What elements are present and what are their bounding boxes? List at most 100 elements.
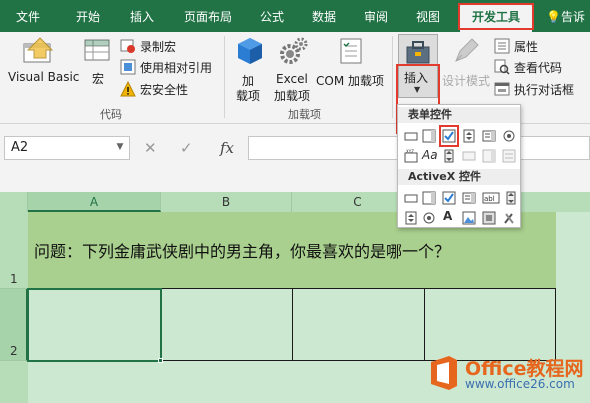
row-header-2[interactable]: 2 xyxy=(0,289,28,361)
insert-controls-label: 插入 xyxy=(404,71,429,85)
addins-button[interactable]: 加 载项 xyxy=(232,34,268,104)
option-button-control-icon[interactable] xyxy=(502,129,516,143)
code-group-label: 代码 xyxy=(100,108,122,121)
tell-me-search[interactable]: 💡告诉 xyxy=(546,6,590,28)
text-field-control-icon[interactable] xyxy=(462,149,476,163)
run-dialog-button[interactable]: 执行对话框 xyxy=(494,80,586,98)
excel-addins-label-line2: 加载项 xyxy=(274,89,311,103)
tab-review[interactable]: 审阅 xyxy=(356,6,396,28)
visual-basic-button[interactable]: Visual Basic xyxy=(2,34,80,94)
select-all-corner[interactable] xyxy=(0,192,28,212)
tab-page-layout[interactable]: 页面布局 xyxy=(176,6,240,28)
cancel-icon[interactable]: ✕ xyxy=(144,136,157,160)
group-box-control-icon[interactable]: XYZ xyxy=(404,149,418,163)
com-addins-button[interactable]: COM 加载项 xyxy=(314,34,388,94)
design-mode-icon xyxy=(455,38,479,62)
watermark-url: www.office26.com xyxy=(465,377,575,391)
tab-file[interactable]: 文件 xyxy=(6,6,50,28)
form-controls-heading: 表单控件 xyxy=(398,107,520,123)
com-addins-icon xyxy=(340,38,362,64)
active-cell-a2[interactable] xyxy=(27,288,162,362)
macro-security-label: 宏安全性 xyxy=(140,83,189,97)
formula-buttons: ✕ ✓ fx xyxy=(140,136,260,160)
run-dialog-icon xyxy=(494,82,510,96)
combo-dropdown-edit-control-icon[interactable] xyxy=(502,149,516,163)
activex-controls-heading: ActiveX 控件 xyxy=(398,169,520,185)
properties-button[interactable]: 属性 xyxy=(494,37,564,55)
com-addins-label: COM 加载项 xyxy=(316,74,384,88)
warning-icon xyxy=(120,81,136,97)
macro-security-button[interactable]: 宏安全性 xyxy=(120,80,200,98)
watermark-logo: Office教程网 www.office26.com xyxy=(425,350,587,400)
properties-icon xyxy=(494,38,510,54)
activex-scroll-bar-icon[interactable] xyxy=(504,191,518,205)
row-header-1[interactable]: 1 xyxy=(0,212,28,289)
macros-icon xyxy=(84,39,110,61)
activex-combo-box-icon[interactable] xyxy=(422,191,436,205)
row-header-3[interactable] xyxy=(0,361,28,403)
column-header-a[interactable]: A xyxy=(28,192,161,212)
activex-option-button-icon[interactable] xyxy=(422,211,436,225)
visual-basic-label: Visual Basic xyxy=(8,70,80,84)
excel-addins-label-line1: Excel xyxy=(276,72,308,86)
tab-home[interactable]: 开始 xyxy=(66,6,110,28)
properties-label: 属性 xyxy=(514,40,539,54)
row-number-2: 2 xyxy=(10,344,18,358)
column-header-b[interactable]: B xyxy=(161,192,292,212)
question-text: 问题：下列金庸武侠剧中的男主角，你最喜欢的是哪一个？ xyxy=(34,242,451,261)
activex-image-icon[interactable] xyxy=(462,211,476,225)
macros-button[interactable]: 宏 xyxy=(80,34,116,94)
relative-reference-icon xyxy=(120,59,136,75)
design-mode-label: 设计模式 xyxy=(442,74,491,88)
ribbon-tab-bar: 文件 开始 插入 页面布局 公式 数据 审阅 视图 开发工具 💡告诉 xyxy=(0,0,590,32)
design-mode-button[interactable]: 设计模式 xyxy=(442,34,494,94)
ribbon-separator xyxy=(224,36,225,118)
run-dialog-label: 执行对话框 xyxy=(514,83,575,97)
view-code-button[interactable]: 查看代码 xyxy=(494,58,584,76)
addins-group-label: 加载项 xyxy=(288,108,321,121)
insert-controls-button[interactable]: 插入 ▼ xyxy=(398,34,438,98)
activex-label-icon[interactable]: A xyxy=(443,209,457,223)
record-macro-button[interactable]: 录制宏 xyxy=(120,37,200,55)
name-box-dropdown-icon[interactable]: ▼ xyxy=(112,136,128,158)
activex-more-controls-icon[interactable] xyxy=(502,211,516,225)
tab-formulas[interactable]: 公式 xyxy=(252,6,292,28)
list-box-control-icon[interactable] xyxy=(482,129,496,143)
view-code-label: 查看代码 xyxy=(514,61,563,75)
insert-function-icon[interactable]: fx xyxy=(220,136,234,160)
combo-list-edit-control-icon[interactable] xyxy=(482,149,496,163)
office-logo-icon xyxy=(431,356,457,390)
spin-button-control-icon[interactable] xyxy=(462,129,476,143)
svg-text:XYZ: XYZ xyxy=(406,149,414,154)
button-control-icon[interactable] xyxy=(404,129,418,143)
relative-reference-button[interactable]: 使用相对引用 xyxy=(120,58,220,76)
scroll-bar-control-icon[interactable] xyxy=(442,149,456,163)
activex-text-box-icon[interactable]: abl xyxy=(482,191,500,205)
activex-spin-button-icon[interactable] xyxy=(404,211,418,225)
tab-view[interactable]: 视图 xyxy=(408,6,448,28)
gear-icon xyxy=(280,37,308,64)
activex-toggle-button-icon[interactable] xyxy=(482,211,496,225)
insert-controls-panel: 表单控件 XYZ Aa ActiveX 控件 abl A xyxy=(397,104,521,228)
checkbox-control-icon[interactable] xyxy=(442,129,456,143)
excel-addins-button[interactable]: Excel 加载项 xyxy=(272,34,312,104)
view-code-icon xyxy=(494,59,510,75)
tab-insert[interactable]: 插入 xyxy=(120,6,164,28)
label-control-icon[interactable]: Aa xyxy=(422,148,440,162)
addins-cube-icon xyxy=(238,38,262,64)
activex-list-box-icon[interactable] xyxy=(462,191,476,205)
tab-developer[interactable]: 开发工具 xyxy=(460,4,532,32)
addins-label-line2: 载项 xyxy=(236,89,261,103)
combo-box-control-icon[interactable] xyxy=(422,129,436,143)
relative-reference-label: 使用相对引用 xyxy=(140,61,213,75)
ribbon-separator xyxy=(392,36,393,118)
enter-icon[interactable]: ✓ xyxy=(180,136,193,160)
visual-basic-icon xyxy=(23,37,54,63)
fill-handle[interactable] xyxy=(158,358,163,363)
chevron-down-icon: ▼ xyxy=(414,85,421,94)
tab-data[interactable]: 数据 xyxy=(304,6,344,28)
activex-checkbox-icon[interactable] xyxy=(442,191,456,205)
table-border-vertical xyxy=(292,288,293,361)
activex-command-button-icon[interactable] xyxy=(404,191,418,205)
toolbox-icon xyxy=(406,41,430,64)
